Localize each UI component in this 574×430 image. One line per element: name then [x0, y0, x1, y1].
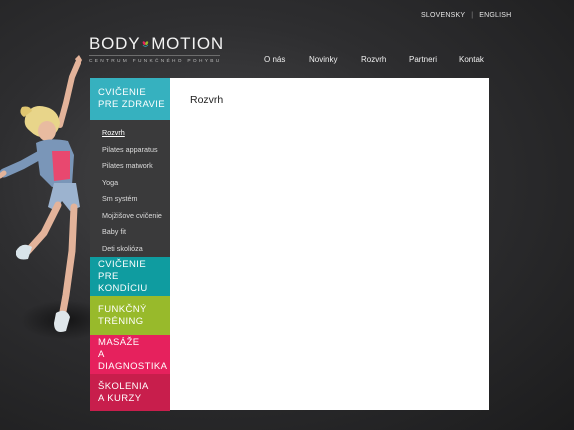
section-label: CVIČENIE PRE KONDÍCIU — [98, 259, 170, 295]
nav-item-o-nas[interactable]: O nás — [264, 55, 285, 64]
section-label: FUNKČNÝ TRÉNING — [98, 304, 147, 328]
section-label-line1: MASÁŽE — [98, 336, 140, 348]
section-label: ŠKOLENIA A KURZY — [98, 381, 149, 405]
nav-item-partneri[interactable]: Partneri — [409, 55, 437, 64]
sidebar-submenu: Rozvrh Pilates apparatus Pilates matwork… — [90, 120, 170, 257]
section-label-line2: TRÉNING — [98, 315, 144, 327]
section-label-line1: FUNKČNÝ — [98, 303, 147, 315]
submenu-item-baby-fit[interactable]: Baby fit — [90, 224, 170, 241]
logo-word-motion: MOTION — [151, 34, 224, 53]
sidebar-section-skolenia-a-kurzy[interactable]: ŠKOLENIA A KURZY — [90, 374, 170, 411]
lang-separator: | — [471, 12, 474, 19]
sidebar-section-cvicenie-pre-zdravie[interactable]: CVIČENIE PRE ZDRAVIE — [90, 78, 190, 120]
section-label-line1: ŠKOLENIA — [98, 380, 149, 392]
section-label-line1: CVIČENIE — [98, 258, 147, 270]
lang-slovensky-link[interactable]: SLOVENSKY — [421, 12, 465, 19]
submenu-item-yoga[interactable]: Yoga — [90, 175, 170, 192]
section-label-line2: A DIAGNOSTIKA — [98, 348, 168, 372]
submenu-item-deti-skolioza[interactable]: Deti skolióza — [90, 241, 170, 258]
nav-item-novinky[interactable]: Novinky — [309, 55, 337, 64]
section-label-line2: A KURZY — [98, 392, 142, 404]
content-panel: Rozvrh — [170, 78, 489, 410]
logo-wordmark: BODY MOTION — [89, 34, 224, 54]
sidebar-section-funkcny-trening[interactable]: FUNKČNÝ TRÉNING — [90, 296, 170, 335]
sidebar-section-cvicenie-pre-kondiciu[interactable]: CVIČENIE PRE KONDÍCIU — [90, 257, 170, 296]
section-label-line2: PRE KONDÍCIU — [98, 270, 148, 294]
language-switch: SLOVENSKY | ENGLISH — [421, 12, 511, 19]
submenu-item-pilates-matwork[interactable]: Pilates matwork — [90, 158, 170, 175]
lang-english-link[interactable]: ENGLISH — [479, 12, 511, 19]
section-label: MASÁŽE A DIAGNOSTIKA — [98, 337, 170, 373]
logo-leaf-icon — [143, 41, 149, 47]
section-label: CVIČENIE PRE ZDRAVIE — [98, 87, 165, 111]
nav-item-kontak[interactable]: Kontak — [459, 55, 484, 64]
logo-word-body: BODY — [89, 34, 141, 53]
sidebar: CVIČENIE PRE ZDRAVIE Rozvrh Pilates appa… — [90, 78, 190, 411]
submenu-item-pilates-apparatus[interactable]: Pilates apparatus — [90, 142, 170, 159]
section-label-line1: CVIČENIE — [98, 87, 147, 98]
nav-item-rozvrh[interactable]: Rozvrh — [361, 55, 386, 64]
page-title: Rozvrh — [190, 94, 224, 106]
submenu-item-rozvrh[interactable]: Rozvrh — [90, 125, 170, 142]
sidebar-section-masaze-a-diagnostika[interactable]: MASÁŽE A DIAGNOSTIKA — [90, 335, 170, 374]
submenu-item-mojzisove-cvicenie[interactable]: Mojžišove cvičenie — [90, 208, 170, 225]
section-label-line2: PRE ZDRAVIE — [98, 99, 166, 110]
submenu-item-sm-system[interactable]: Sm systém — [90, 191, 170, 208]
